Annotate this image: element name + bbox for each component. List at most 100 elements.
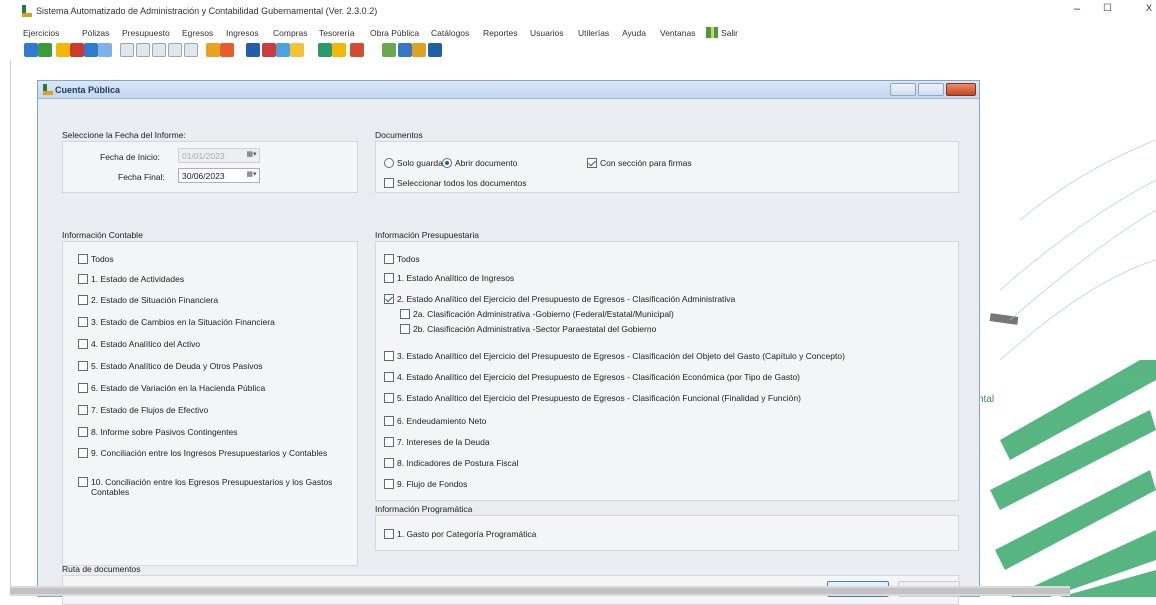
fecha-inicio-input[interactable]: 01/01/2023 ▦▾ [178,148,260,163]
checkbox-box [384,178,394,188]
checkbox-programatica-1[interactable]: 1. Gasto por Categoría Programática [384,529,536,539]
toolbar-icon-1[interactable] [24,43,38,57]
menu-usuarios[interactable]: Usuarios [530,28,564,38]
menu-ventanas[interactable]: Ventanas [660,28,695,38]
fecha-final-input[interactable]: 30/06/2023 ▦▾ [178,168,260,183]
checkbox-contable-1[interactable]: 1. Estado de Actividades [78,274,338,284]
checkbox-contable-0[interactable]: Todos [78,254,338,264]
presupuestaria-section-label: Información Presupuestaria [375,230,479,240]
toolbar-icon-21[interactable] [382,43,396,57]
checkbox-presupuestaria-9[interactable]: 7. Intereses de la Deuda [384,437,490,447]
minimize-button[interactable]: – [1074,3,1080,15]
menu-catalogos[interactable]: Catálogos [431,28,469,38]
radio-solo-guardar[interactable]: Solo guardar [384,158,446,168]
toolbar-icon-9[interactable] [152,43,166,57]
toolbar-icon-5[interactable] [84,43,98,57]
checkbox-box [384,351,394,361]
toolbar-icon-4[interactable] [70,43,84,57]
toolbar-icon-12[interactable] [206,43,220,57]
checkbox-contable-9[interactable]: 9. Conciliación entre los Ingresos Presu… [78,448,338,458]
checkbox-label: Todos [397,254,420,264]
checkbox-presupuestaria-6[interactable]: 4. Estado Analítico del Ejercicio del Pr… [384,372,800,382]
menu-salir[interactable]: Salir [721,28,738,38]
checkbox-contable-2[interactable]: 2. Estado de Situación Financiera [78,295,338,305]
checkbox-box [78,339,88,349]
menu-polizas[interactable]: Pólizas [82,28,109,38]
window-icon [43,84,53,95]
checkbox-contable-10[interactable]: 10. Conciliación entre los Egresos Presu… [78,477,338,497]
checkbox-presupuestaria-0[interactable]: Todos [384,254,420,264]
toolbar-icon-3[interactable] [56,43,70,57]
checkbox-presupuestaria-4[interactable]: 2b. Clasificación Administrativa -Sector… [400,324,656,334]
toolbar-icon-6[interactable] [98,43,112,57]
toolbar-icon-17[interactable] [290,43,304,57]
checkbox-label: 7. Estado de Flujos de Efectivo [91,405,209,415]
toolbar-icon-22[interactable] [398,43,412,57]
checkbox-presupuestaria-1[interactable]: 1. Estado Analítico de Ingresos [384,273,514,283]
child-close-button[interactable] [946,83,976,96]
toolbar-icon-10[interactable] [168,43,182,57]
menu-bar: Ejercicios Pólizas Presupuesto Egresos I… [0,22,1156,42]
fecha-section-label: Seleccione la Fecha del Informe: [62,130,186,140]
menu-ayuda[interactable]: Ayuda [622,28,646,38]
menu-tesoreria[interactable]: Tesorería [319,28,354,38]
radio-abrir-label: Abrir documento [455,158,518,168]
checkbox-box [384,458,394,468]
checkbox-box [384,479,394,489]
radio-indicator [384,158,394,168]
checkbox-seleccionar-todos[interactable]: Seleccionar todos los documentos [384,178,526,188]
toolbar-icon-11[interactable] [184,43,198,57]
toolbar-icon-19[interactable] [332,43,346,57]
checkbox-presupuestaria-8[interactable]: 6. Endeudamiento Neto [384,416,486,426]
toolbar-icon-2[interactable] [38,43,52,57]
checkbox-contable-5[interactable]: 5. Estado Analítico de Deuda y Otros Pas… [78,361,338,371]
checkbox-box [78,361,88,371]
checkbox-presupuestaria-11[interactable]: 9. Flujo de Fondos [384,479,467,489]
child-minimize-button[interactable] [890,83,916,96]
toolbar-icon-14[interactable] [246,43,260,57]
checkbox-label: Con sección para firmas [600,158,692,168]
checkbox-con-firmas[interactable]: Con sección para firmas [587,158,692,168]
close-button[interactable]: X [1146,3,1152,13]
checkbox-contable-4[interactable]: 4. Estado Analítico del Activo [78,339,338,349]
checkbox-contable-3[interactable]: 3. Estado de Cambios en la Situación Fin… [78,317,338,327]
horizontal-scrollbar[interactable] [10,586,1070,596]
toolbar-icon-13[interactable] [220,43,234,57]
checkbox-label: 3. Estado Analítico del Ejercicio del Pr… [397,351,845,361]
menu-ejercicios[interactable]: Ejercicios [23,28,59,38]
child-maximize-button[interactable] [918,83,944,96]
menu-presupuesto[interactable]: Presupuesto [122,28,170,38]
toolbar-icon-24[interactable] [428,43,442,57]
checkbox-presupuestaria-10[interactable]: 8. Indicadores de Postura Fiscal [384,458,518,468]
scrollbar-thumb[interactable] [10,588,1070,594]
toolbar-icon-15[interactable] [262,43,276,57]
ruta-section-label: Ruta de documentos [62,564,141,574]
menu-reportes[interactable]: Reportes [483,28,518,38]
toolbar-icon-18[interactable] [318,43,332,57]
toolbar-icon-8[interactable] [136,43,150,57]
toolbar-icon-23[interactable] [412,43,426,57]
checkbox-presupuestaria-7[interactable]: 5. Estado Analítico del Ejercicio del Pr… [384,393,801,403]
checkbox-contable-6[interactable]: 6. Estado de Variación en la Hacienda Pú… [78,383,338,393]
fecha-inicio-label: Fecha de Inicio: [100,152,161,162]
mdi-left-border [10,60,11,590]
checkbox-box [384,254,394,264]
menu-obra-publica[interactable]: Obra Pública [370,28,419,38]
menu-utilerias[interactable]: Utilerías [578,28,609,38]
checkbox-presupuestaria-5[interactable]: 3. Estado Analítico del Ejercicio del Pr… [384,351,845,361]
calendar-dropdown-icon: ▦▾ [246,171,257,178]
checkbox-presupuestaria-3[interactable]: 2a. Clasificación Administrativa -Gobier… [400,309,674,319]
checkbox-box [400,309,410,319]
menu-egresos[interactable]: Egresos [182,28,213,38]
checkbox-contable-7[interactable]: 7. Estado de Flujos de Efectivo [78,405,338,415]
menu-ingresos[interactable]: Ingresos [226,28,259,38]
toolbar-icon-7[interactable] [120,43,134,57]
maximize-button[interactable]: ☐ [1103,3,1112,14]
toolbar-icon-16[interactable] [276,43,290,57]
toolbar-icon-20[interactable] [350,43,364,57]
checkbox-presupuestaria-2[interactable]: 2. Estado Analítico del Ejercicio del Pr… [384,294,735,304]
checkbox-contable-8[interactable]: 8. Informe sobre Pasivos Contingentes [78,427,338,437]
radio-abrir-documento[interactable]: Abrir documento [442,158,517,168]
fecha-final-value: 30/06/2023 [182,171,225,181]
menu-compras[interactable]: Compras [273,28,307,38]
